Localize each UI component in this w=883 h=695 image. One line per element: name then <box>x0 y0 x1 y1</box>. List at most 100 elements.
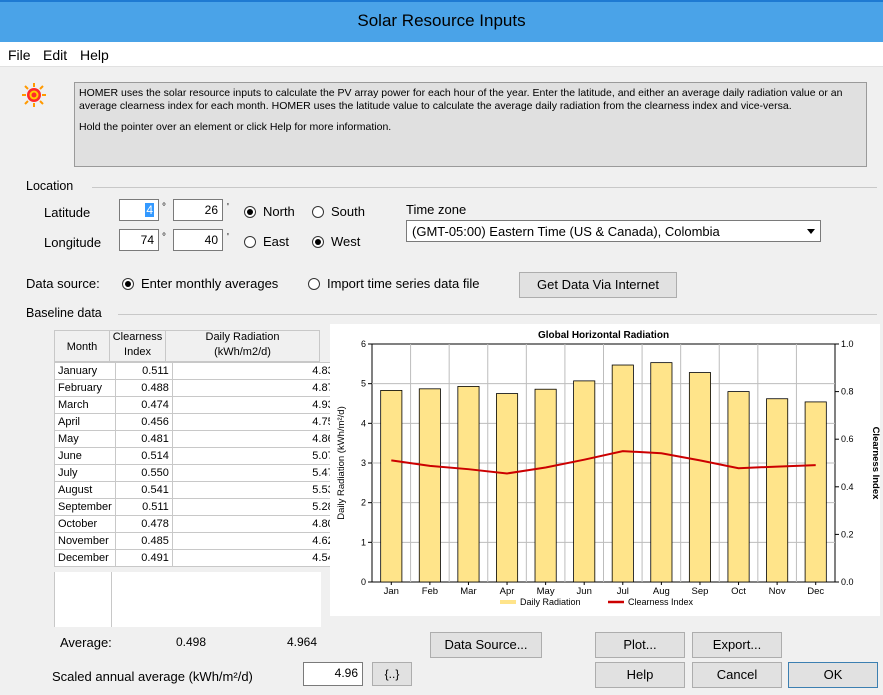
south-radio[interactable] <box>312 206 324 218</box>
chevron-down-icon <box>807 229 815 234</box>
time-series-radio[interactable] <box>308 278 320 290</box>
table-row: September 0.511 5.280 <box>54 498 344 516</box>
get-data-internet-button[interactable]: Get Data Via Internet <box>519 272 677 298</box>
radiation-cell[interactable]: 5.070 <box>171 447 344 465</box>
clearness-cell[interactable]: 0.511 <box>114 498 173 516</box>
radiation-bar <box>534 388 557 583</box>
baseline-group-label: Baseline data <box>26 306 102 320</box>
east-radio[interactable] <box>244 236 256 248</box>
radiation-bar <box>573 380 596 583</box>
baseline-rows: January 0.511 4.830 February 0.488 4.870 March… <box>54 362 344 567</box>
radiation-cell[interactable]: 4.540 <box>171 549 344 567</box>
longitude-minutes-input[interactable]: 40 <box>173 229 223 251</box>
west-label: West <box>331 234 361 249</box>
radiation-bar <box>380 390 403 583</box>
radiation-cell[interactable]: 4.750 <box>171 413 344 431</box>
monthly-averages-label: Enter monthly averages <box>141 276 279 291</box>
longitude-label: Longitude <box>44 235 102 250</box>
y-tick-label: 2 <box>361 498 366 508</box>
degree-symbol: ° <box>162 232 166 243</box>
legend-clearness: Clearness Index <box>628 597 694 607</box>
x-tick-label: Apr <box>500 586 515 597</box>
menu-file[interactable]: File <box>8 47 31 63</box>
radiation-cell[interactable]: 4.800 <box>171 515 344 533</box>
radiation-cell[interactable]: 4.930 <box>171 396 344 414</box>
longitude-degrees-input[interactable]: 74 <box>119 229 159 251</box>
cancel-button[interactable]: Cancel <box>692 662 782 688</box>
average-clearness: 0.498 <box>176 635 207 649</box>
clearness-cell[interactable]: 0.511 <box>114 362 173 380</box>
clearness-cell[interactable]: 0.488 <box>114 379 173 397</box>
chart-title: Global Horizontal Radiation <box>538 330 669 341</box>
north-label: North <box>263 204 295 219</box>
radiation-cell[interactable]: 5.530 <box>171 481 344 499</box>
location-group-label: Location <box>26 179 74 193</box>
x-tick-label: Jan <box>384 586 399 597</box>
radiation-cell[interactable]: 4.860 <box>171 430 344 448</box>
radiation-bar <box>804 401 827 583</box>
table-row: March 0.474 4.930 <box>54 396 344 414</box>
clearness-cell[interactable]: 0.485 <box>114 532 173 550</box>
sensitivity-button[interactable]: {..} <box>372 662 412 686</box>
latitude-degrees-input[interactable]: 4 <box>119 199 159 221</box>
radiation-bar <box>496 393 519 583</box>
y2-axis-title: Clearness Index <box>870 427 880 501</box>
clearness-cell[interactable]: 0.514 <box>114 447 173 465</box>
clearness-cell[interactable]: 0.474 <box>114 396 173 414</box>
clearness-cell[interactable]: 0.456 <box>114 413 173 431</box>
east-label: East <box>263 234 290 249</box>
menu-help[interactable]: Help <box>80 47 109 63</box>
month-cell: October <box>54 515 116 533</box>
plot-button[interactable]: Plot... <box>595 632 685 658</box>
clearness-column-header: Clearness <box>110 330 166 346</box>
latitude-minutes-input[interactable]: 26 <box>173 199 223 221</box>
y2-tick-label: 0.0 <box>841 577 854 587</box>
radiation-bar <box>766 398 789 583</box>
radiation-cell[interactable]: 4.620 <box>171 532 344 550</box>
clearness-cell[interactable]: 0.478 <box>114 515 173 533</box>
time-series-label: Import time series data file <box>327 276 480 291</box>
month-cell: February <box>54 379 116 397</box>
north-radio[interactable] <box>244 206 256 218</box>
scaled-average-input[interactable]: 4.96 <box>303 662 363 686</box>
radiation-cell[interactable]: 4.830 <box>171 362 344 380</box>
table-column-line <box>111 572 112 627</box>
radiation-cell[interactable]: 5.280 <box>171 498 344 516</box>
radiation-bar <box>611 364 634 583</box>
help-button[interactable]: Help <box>595 662 685 688</box>
month-cell: April <box>54 413 116 431</box>
clearness-cell[interactable]: 0.550 <box>114 464 173 482</box>
radiation-cell[interactable]: 4.870 <box>171 379 344 397</box>
y-tick-label: 1 <box>361 537 366 547</box>
x-tick-label: Aug <box>653 586 670 597</box>
clearness-cell[interactable]: 0.491 <box>114 549 173 567</box>
export-button[interactable]: Export... <box>692 632 782 658</box>
data-source-button[interactable]: Data Source... <box>430 632 542 658</box>
monthly-averages-radio[interactable] <box>122 278 134 290</box>
clearness-cell[interactable]: 0.541 <box>114 481 173 499</box>
minute-symbol: ' <box>227 232 229 243</box>
x-tick-label: Jun <box>577 586 592 597</box>
x-tick-label: May <box>537 586 555 597</box>
table-row: April 0.456 4.750 <box>54 413 344 431</box>
y2-tick-label: 1.0 <box>841 339 854 349</box>
degree-symbol: ° <box>162 202 166 213</box>
radiation-cell[interactable]: 5.470 <box>171 464 344 482</box>
menu-edit[interactable]: Edit <box>43 47 67 63</box>
ok-button[interactable]: OK <box>788 662 878 688</box>
time-zone-label: Time zone <box>406 202 467 217</box>
table-row: May 0.481 4.860 <box>54 430 344 448</box>
window-title: Solar Resource Inputs <box>357 11 526 30</box>
x-tick-label: Nov <box>769 586 786 597</box>
x-tick-label: Oct <box>731 586 746 597</box>
table-row: August 0.541 5.530 <box>54 481 344 499</box>
time-zone-select[interactable]: (GMT-05:00) Eastern Time (US & Canada), … <box>406 220 821 242</box>
y2-tick-label: 0.6 <box>841 434 854 444</box>
latitude-label: Latitude <box>44 205 91 220</box>
clearness-cell[interactable]: 0.481 <box>114 430 173 448</box>
y-tick-label: 6 <box>361 339 366 349</box>
west-radio[interactable] <box>312 236 324 248</box>
x-tick-label: Mar <box>460 586 476 597</box>
month-column-header: Month <box>54 330 110 362</box>
solar-resource-window: Solar Resource Inputs File Edit Help HOM… <box>0 0 883 695</box>
